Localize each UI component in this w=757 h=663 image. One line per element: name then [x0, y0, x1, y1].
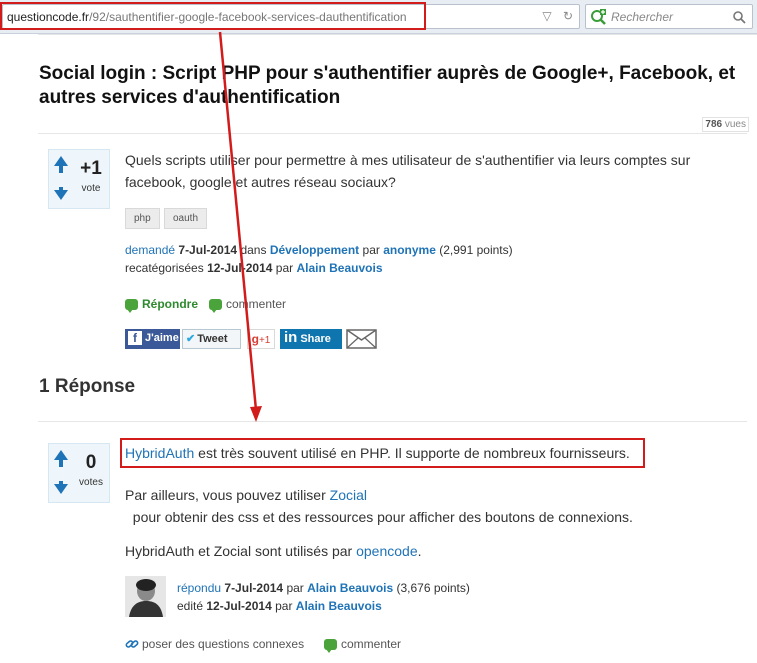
- tag-oauth[interactable]: oauth: [164, 208, 208, 229]
- facebook-like-button[interactable]: f J'aime: [125, 329, 180, 349]
- reply-icon: [125, 299, 138, 313]
- vote-down-icon[interactable]: [54, 190, 68, 200]
- top-divider: [38, 34, 757, 35]
- tag-php[interactable]: php: [125, 208, 160, 229]
- comment-button[interactable]: commenter: [209, 297, 286, 313]
- email-icon[interactable]: [346, 329, 377, 349]
- answer-paragraph-2: Par ailleurs, vous pouvez utiliser Zocia…: [125, 487, 633, 525]
- editor-link[interactable]: Alain Beauvois: [296, 261, 382, 275]
- answered-link[interactable]: répondu: [177, 581, 221, 595]
- related-question-link[interactable]: poser des questions connexes: [125, 637, 304, 651]
- author-avatar[interactable]: [125, 576, 166, 617]
- url-annotation-box: [0, 2, 426, 30]
- vote-label: vote: [81, 183, 101, 194]
- vote-label: votes: [79, 477, 103, 488]
- tweet-button[interactable]: ✔ Tweet: [182, 329, 241, 349]
- page-title: Social login : Script PHP pour s'authent…: [39, 63, 736, 108]
- answer-meta: répondu 7-Jul-2014 par Alain Beauvois (3…: [177, 581, 470, 595]
- asked-link[interactable]: demandé: [125, 243, 175, 257]
- answer-annotation-box: [120, 438, 645, 468]
- facebook-icon: f: [128, 331, 142, 345]
- comment-icon: [324, 639, 337, 653]
- twitter-icon: ✔: [186, 333, 196, 345]
- comment-icon: [209, 299, 222, 313]
- category-link[interactable]: Développement: [270, 243, 359, 257]
- answers-heading: 1 Réponse: [39, 376, 136, 397]
- linkedin-share-button[interactable]: in Share: [280, 329, 342, 349]
- vote-count: 0: [85, 452, 97, 473]
- question-vote-box: +1 vote: [48, 149, 110, 209]
- linkedin-icon: in: [284, 329, 298, 346]
- views-counter: 786 vues: [702, 117, 749, 132]
- opencode-link[interactable]: opencode: [356, 543, 418, 559]
- question-meta: demandé 7-Jul-2014 dans Développement pa…: [125, 243, 513, 257]
- reload-icon[interactable]: ↻: [563, 9, 573, 23]
- answer-edit-meta: edité 12-Jul-2014 par Alain Beauvois: [177, 599, 382, 613]
- answer-author-link[interactable]: Alain Beauvois: [307, 581, 393, 595]
- reply-button[interactable]: Répondre: [125, 297, 198, 313]
- answer-divider: [38, 421, 747, 422]
- dropdown-arrow-icon[interactable]: ▽: [542, 9, 551, 23]
- answer-paragraph-3: HybridAuth et Zocial sont utilisés par o…: [125, 543, 422, 559]
- author-link[interactable]: anonyme: [383, 243, 436, 257]
- link-icon: [125, 640, 139, 648]
- zocial-link[interactable]: Zocial: [330, 487, 367, 503]
- magnifier-icon[interactable]: [732, 10, 746, 24]
- search-input[interactable]: Rechercher: [585, 4, 753, 29]
- vote-up-icon[interactable]: [54, 156, 68, 166]
- title-divider: [38, 133, 747, 134]
- vote-up-icon[interactable]: [54, 450, 68, 460]
- answer-editor-link[interactable]: Alain Beauvois: [296, 599, 382, 613]
- answer-comment-button[interactable]: commenter: [324, 637, 401, 653]
- google-plus-button[interactable]: g+1: [247, 329, 275, 349]
- answer-vote-box: 0 votes: [48, 443, 110, 503]
- vote-count: +1: [80, 158, 102, 179]
- vote-down-icon[interactable]: [54, 484, 68, 494]
- search-engine-icon[interactable]: [590, 8, 608, 26]
- search-placeholder: Rechercher: [611, 10, 674, 24]
- question-edit-meta: recatégorisées 12-Jul-2014 par Alain Bea…: [125, 261, 383, 275]
- question-body: Quels scripts utiliser pour permettre à …: [125, 152, 691, 190]
